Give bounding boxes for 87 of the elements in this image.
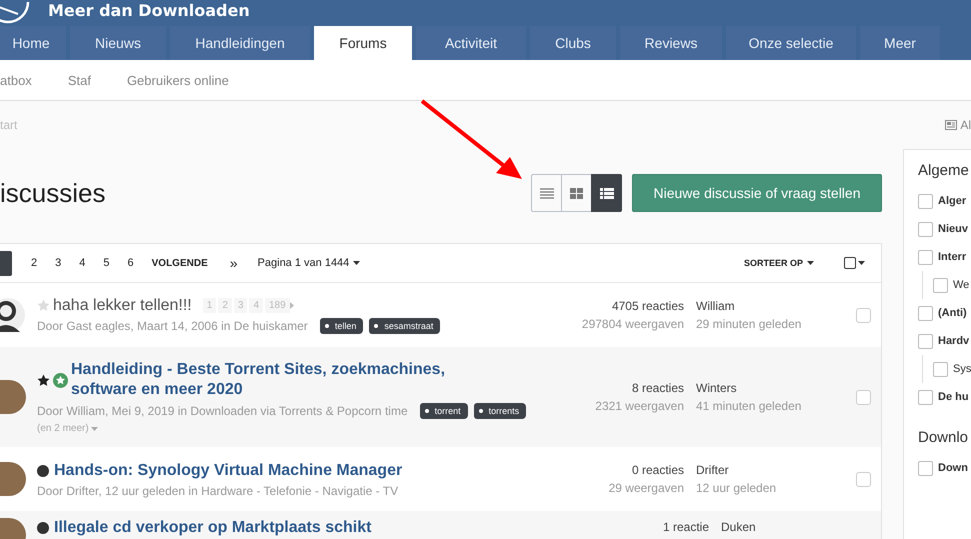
page-jump-dropdown[interactable]: Pagina 1 van 1444 [258,257,350,269]
filter-label[interactable]: We [953,279,970,291]
view-count: 2321 weergaven [595,399,684,413]
nav-tab[interactable]: Clubs [530,26,616,60]
topic-title-link[interactable]: haha lekker tellen!!! [53,296,192,314]
last-post-time: 41 minuten geleden [696,399,802,413]
reply-count: 1 reactie [662,520,709,534]
caret-icon[interactable] [858,261,865,265]
caret-icon[interactable] [353,261,360,265]
current-page-button[interactable] [0,250,12,276]
filter-label[interactable]: Alger [938,195,966,207]
topic-checkbox[interactable] [856,390,871,404]
topic-title-link[interactable]: Illegale cd verkoper op Marktplaats schikt [54,518,372,538]
tag-label[interactable]: torrents [474,403,526,419]
filter-checkbox[interactable] [933,362,948,376]
page-link[interactable]: 5 [94,257,118,269]
filter-label[interactable]: Interr [938,251,966,263]
nav-tab[interactable]: Handleidingen [170,26,310,60]
last-poster-link[interactable]: Duken [721,520,881,534]
nav-tab[interactable]: Onze selectie [726,26,856,60]
page-link[interactable]: 3 [46,257,70,269]
page-link[interactable]: 4 [70,257,94,269]
filter-checkbox[interactable] [918,390,933,404]
subnav-link[interactable]: atbox [0,72,32,88]
grid-icon [570,188,583,198]
page-link[interactable]: 2 [22,257,46,269]
filter-checkbox[interactable] [918,194,933,208]
nav-tab[interactable]: Reviews [620,26,722,60]
last-page-link[interactable]: » [222,255,258,271]
filter-checkbox[interactable] [918,222,933,236]
reply-count: 4705 reacties [612,299,684,313]
subnav-link[interactable]: Gebruikers online [126,72,229,88]
filter-checkbox[interactable] [918,460,933,476]
table-icon [600,188,614,198]
filter-label[interactable]: Sys [953,363,971,375]
subnav-link[interactable]: Staf [68,72,91,88]
last-poster-link[interactable]: Drifter [696,463,856,477]
nav-tab[interactable]: Meer [860,26,940,60]
nav-tab[interactable]: Nieuws [70,26,166,60]
avatar-icon[interactable] [0,298,26,332]
newspaper-icon [945,120,958,130]
filter-label[interactable]: De hu [938,391,969,403]
topic-title-link[interactable]: Hands-on: Synology Virtual Machine Manager [54,460,402,480]
topic-title-link[interactable]: Handleiding - Beste Torrent Sites, zoekmachines, software en meer 2020 [71,360,511,400]
view-count: 297804 weergaven [582,317,684,331]
nav-tab[interactable]: Forums [314,26,412,60]
filter-checkbox[interactable] [918,250,933,264]
filter-checkbox[interactable] [933,278,948,292]
reply-count: 8 reacties [632,381,684,395]
last-poster-link[interactable]: Winters [696,381,856,395]
select-all-checkbox[interactable] [844,257,856,269]
sidebar-heading: Algeme [918,162,970,179]
page-link[interactable]: 6 [118,257,143,269]
list-view-button[interactable] [531,174,562,212]
filter-checkbox[interactable] [918,334,933,348]
last-post-time: 12 uur geleden [696,481,778,495]
nav-tab[interactable]: Home [0,26,66,60]
page-title: iscussies [0,178,106,208]
topic-checkbox[interactable] [856,308,871,322]
list-icon [540,188,554,198]
filter-checkbox[interactable] [918,306,933,320]
topic-meta-text: Door Drifter, 12 uur geleden in Hardware - Telefonie - Navigatie - TV [37,484,398,498]
new-discussion-button[interactable]: Nieuwe discussie of vraag stellen [632,174,882,212]
grid-view-button[interactable] [561,174,592,212]
topic-checkbox[interactable] [856,472,871,486]
filter-label[interactable]: Hardv [938,335,970,347]
filter-label[interactable]: (Anti) [938,307,967,319]
tag-label[interactable]: torrent [420,403,468,419]
topic-meta-text: Door William, Mei 9, 2019 in Downloaden via Torrents & Popcorn time [37,404,408,418]
last-post-time: 29 minuten geleden [696,317,802,331]
nav-tab[interactable]: Activiteit [416,26,526,60]
caret-icon[interactable] [807,261,814,265]
view-count: 29 weergaven [608,481,684,495]
filter-label[interactable]: Nieuv [938,223,968,235]
filter-label[interactable]: Down [938,462,968,474]
sort-dropdown[interactable]: SORTEER OP [744,258,803,268]
avatar-photo-placeholder[interactable] [0,462,26,496]
last-poster-link[interactable]: William [696,299,856,313]
table-view-button[interactable] [591,174,622,212]
site-title[interactable]: Meer dan Downloaden [48,0,250,20]
sidebar-heading: Downlo [918,429,970,446]
tag-label[interactable]: sesamstraat [369,318,440,334]
reply-count: 0 reacties [632,463,684,477]
tag-label[interactable]: tellen [320,318,364,334]
topic-meta-text: Door Gast eagles, Maart 14, 2006 in De huiskamer [37,318,308,332]
next-page-link[interactable]: VOLGENDE [142,258,222,268]
avatar-photo-placeholder[interactable] [0,380,26,414]
